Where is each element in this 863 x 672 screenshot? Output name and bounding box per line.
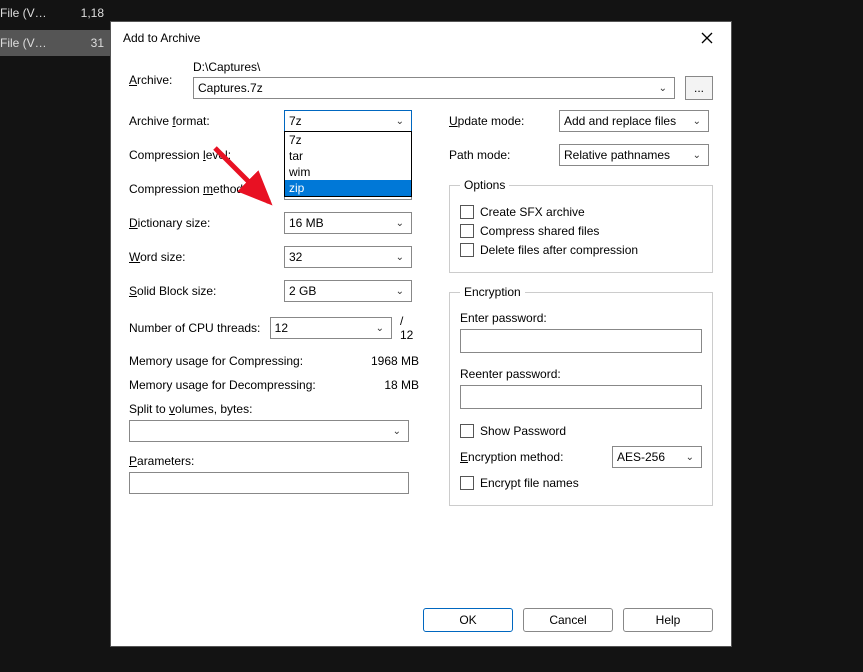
format-option-zip[interactable]: zip [285, 180, 411, 196]
mem-compress-value: 1968 MB [371, 354, 419, 368]
mem-compress-label: Memory usage for Compressing: [129, 354, 303, 368]
background-file-row: File (V… 1,18 [0, 0, 110, 26]
button-bar: OK Cancel Help [111, 598, 731, 646]
path-mode-select[interactable]: Relative pathnames⌄ [559, 144, 709, 166]
word-label: Word size: [129, 250, 284, 264]
format-option-wim[interactable]: wim [285, 164, 411, 180]
format-label: Archive format: [129, 114, 284, 128]
reenter-password-input[interactable] [460, 385, 702, 409]
chevron-down-icon: ⌄ [693, 116, 704, 127]
sfx-checkbox[interactable]: Create SFX archive [460, 205, 702, 219]
help-button[interactable]: Help [623, 608, 713, 632]
encryption-group: Encryption Enter password: Reenter passw… [449, 285, 713, 506]
cpu-select[interactable]: 12⌄ [270, 317, 392, 339]
params-input[interactable] [129, 472, 409, 494]
chevron-down-icon: ⌄ [396, 286, 407, 297]
show-password-checkbox[interactable]: Show Password [460, 424, 702, 438]
format-option-7z[interactable]: 7z [285, 132, 411, 148]
level-label: Compression level: [129, 148, 284, 162]
add-to-archive-dialog: Add to Archive Archive: D:\Captures\ Cap… [110, 21, 732, 647]
file-size: 31 [45, 36, 110, 50]
options-group: Options Create SFX archive Compress shar… [449, 178, 713, 273]
cancel-button[interactable]: Cancel [523, 608, 613, 632]
dialog-title: Add to Archive [123, 31, 200, 45]
mem-decompress-label: Memory usage for Decompressing: [129, 378, 316, 392]
format-dropdown: 7z tar wim zip [284, 131, 412, 197]
chevron-down-icon: ⌄ [659, 83, 670, 94]
split-label: Split to volumes, bytes: [129, 402, 419, 416]
block-select[interactable]: 2 GB⌄ [284, 280, 412, 302]
ok-button[interactable]: OK [423, 608, 513, 632]
enter-password-label: Enter password: [460, 311, 702, 325]
background-file-row: File (V… 31 [0, 30, 110, 56]
close-button[interactable] [691, 22, 723, 54]
method-label: Compression method: [129, 182, 284, 196]
block-label: Solid Block size: [129, 284, 284, 298]
browse-button[interactable]: ... [685, 76, 713, 100]
chevron-down-icon: ⌄ [686, 452, 697, 463]
file-size: 1,18 [45, 6, 110, 20]
archive-label: Archive: [129, 73, 189, 87]
format-select[interactable]: 7z ⌄ [284, 110, 412, 132]
file-name: File (V… [0, 6, 45, 20]
dict-label: Dictionary size: [129, 216, 284, 230]
cpu-total: / 12 [400, 314, 419, 342]
titlebar: Add to Archive [111, 22, 731, 54]
file-name: File (V… [0, 36, 45, 50]
update-select[interactable]: Add and replace files⌄ [559, 110, 709, 132]
format-option-tar[interactable]: tar [285, 148, 411, 164]
chevron-down-icon: ⌄ [693, 150, 704, 161]
delete-after-checkbox[interactable]: Delete files after compression [460, 243, 702, 257]
word-select[interactable]: 32⌄ [284, 246, 412, 268]
params-label: Parameters: [129, 454, 419, 468]
chevron-down-icon: ⌄ [396, 116, 407, 127]
enc-method-label: Encryption method: [460, 450, 563, 464]
archive-dir: D:\Captures\ [193, 60, 713, 74]
split-combo[interactable]: ⌄ [129, 420, 409, 442]
chevron-down-icon: ⌄ [396, 218, 407, 229]
checkbox-icon [460, 224, 474, 238]
path-mode-label: Path mode: [449, 148, 559, 162]
chevron-down-icon: ⌄ [393, 426, 404, 437]
mem-decompress-value: 18 MB [384, 378, 419, 392]
cpu-label: Number of CPU threads: [129, 321, 270, 335]
options-legend: Options [460, 178, 509, 192]
archive-file-combo[interactable]: Captures.7z ⌄ [193, 77, 675, 99]
dict-select[interactable]: 16 MB⌄ [284, 212, 412, 234]
update-label: Update mode: [449, 114, 559, 128]
chevron-down-icon: ⌄ [396, 252, 407, 263]
archive-file-value: Captures.7z [198, 81, 263, 95]
checkbox-icon [460, 243, 474, 257]
enter-password-input[interactable] [460, 329, 702, 353]
checkbox-icon [460, 424, 474, 438]
encrypt-names-checkbox[interactable]: Encrypt file names [460, 476, 702, 490]
checkbox-icon [460, 205, 474, 219]
checkbox-icon [460, 476, 474, 490]
chevron-down-icon: ⌄ [376, 323, 387, 334]
encryption-legend: Encryption [460, 285, 525, 299]
shared-checkbox[interactable]: Compress shared files [460, 224, 702, 238]
enc-method-select[interactable]: AES-256⌄ [612, 446, 702, 468]
reenter-password-label: Reenter password: [460, 367, 702, 381]
